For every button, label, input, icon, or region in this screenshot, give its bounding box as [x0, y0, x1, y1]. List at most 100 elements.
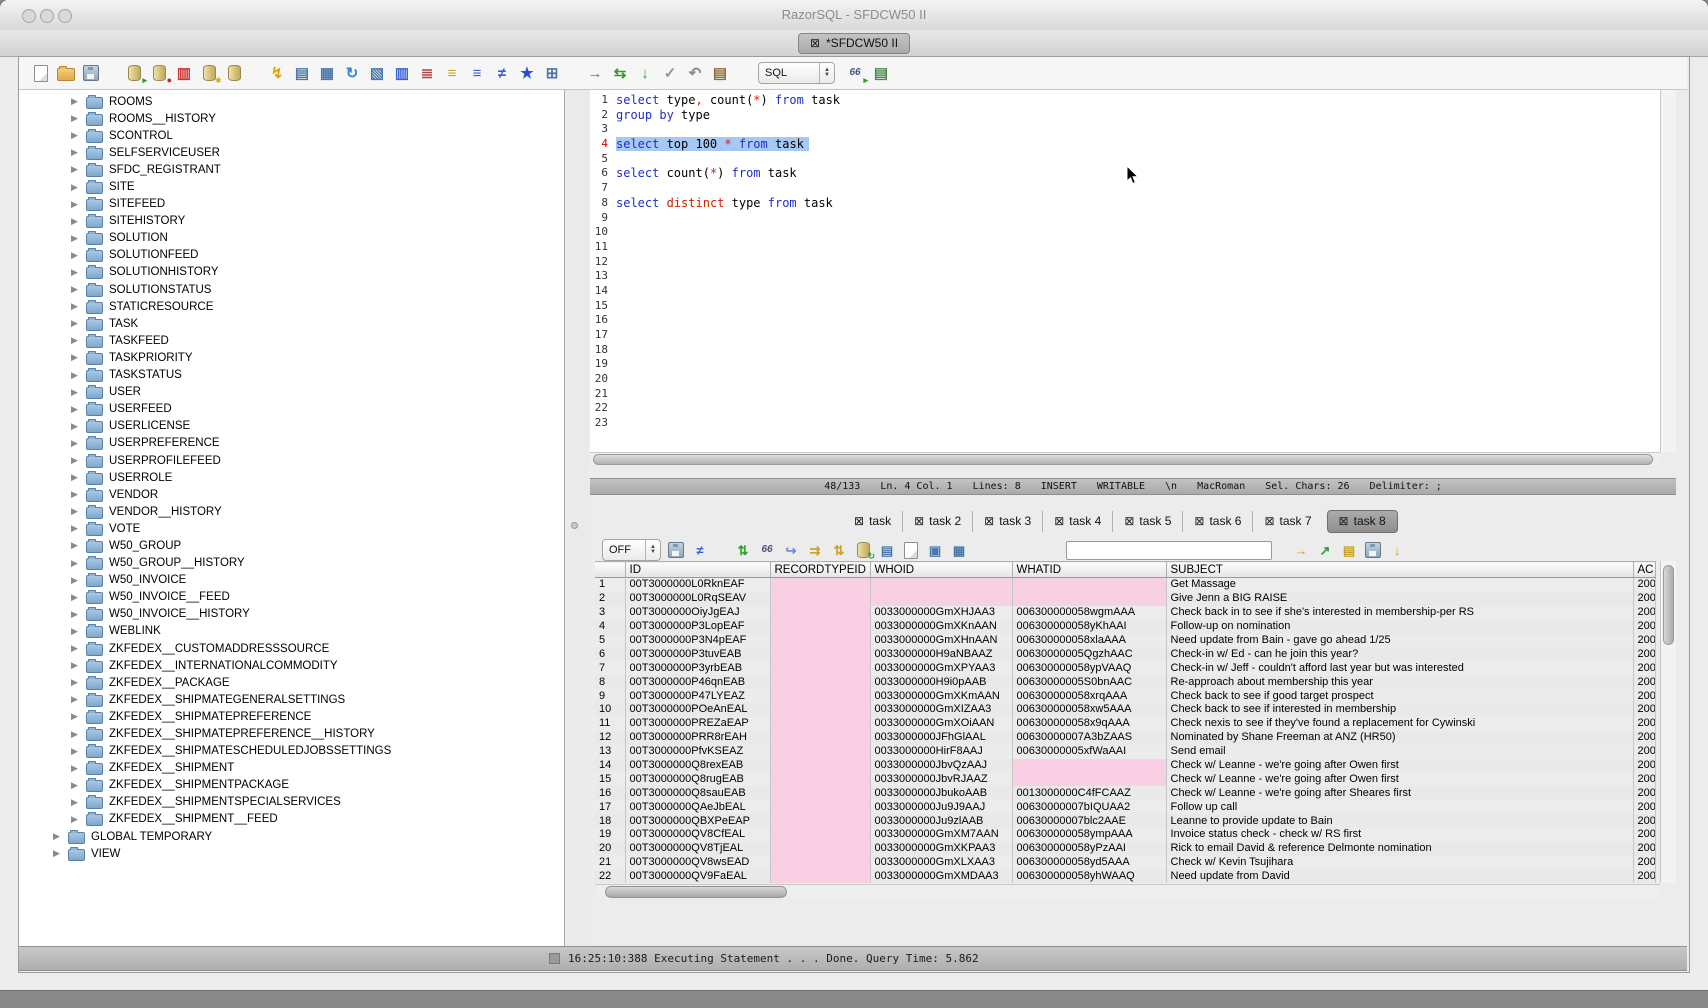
key-icon[interactable] — [1034, 541, 1052, 559]
scrollbar-thumb[interactable] — [605, 886, 787, 898]
result-tab-task[interactable]: ⊠task — [843, 511, 902, 532]
table-cell[interactable]: Follow up call — [1166, 800, 1633, 814]
column-header-recordtypeid[interactable]: RECORDTYPEID — [770, 562, 870, 578]
tree-item-zkfedex-shipmatescheduledjobssettings[interactable]: ▶ZKFEDEX__SHIPMATESCHEDULEDJOBSSETTINGS — [19, 743, 564, 760]
tree-item-w50-group-history[interactable]: ▶W50_GROUP__HISTORY — [19, 555, 564, 572]
table-cell[interactable]: 200 — [1633, 856, 1655, 870]
filter-edit-icon[interactable]: ≠ — [691, 541, 709, 559]
table-cell[interactable]: Check-in w/ Jeff - couldn't afford last … — [1166, 661, 1633, 675]
editor-line[interactable] — [616, 416, 1660, 431]
disclosure-triangle-icon[interactable]: ▶ — [71, 643, 86, 654]
column-header-subject[interactable]: SUBJECT — [1166, 562, 1633, 578]
table-cell[interactable]: Check back to see if good target prospec… — [1166, 689, 1633, 703]
table-cell[interactable]: 200 — [1633, 828, 1655, 842]
tree-item-w50-group[interactable]: ▶W50_GROUP — [19, 537, 564, 554]
disclosure-triangle-icon[interactable]: ▶ — [71, 182, 86, 193]
result-tab-task-7[interactable]: ⊠task 7 — [1252, 511, 1322, 532]
table-row[interactable]: 800T3000000P46qnEAB0033000000H9i0pAAB006… — [595, 675, 1655, 689]
table-cell[interactable]: 00630000005QgzhAAC — [1012, 647, 1166, 661]
table-cell[interactable]: 200 — [1633, 592, 1655, 606]
tree-item-view[interactable]: ▶VIEW — [19, 845, 564, 862]
table-cell[interactable]: 006300000058xw5AAA — [1012, 703, 1166, 717]
result-tab-task-6[interactable]: ⊠task 6 — [1182, 511, 1252, 532]
tree-item-userlicense[interactable]: ▶USERLICENSE — [19, 418, 564, 435]
disclosure-triangle-icon[interactable]: ▶ — [71, 421, 86, 432]
editor-line[interactable] — [616, 284, 1660, 299]
execute-lightning-icon[interactable]: ↯ — [267, 63, 287, 83]
disclosure-triangle-icon[interactable]: ▶ — [71, 352, 86, 363]
table-cell[interactable] — [770, 703, 870, 717]
table-cell[interactable]: 200 — [1633, 703, 1655, 717]
table-row[interactable]: 1800T3000000QBXPeEAP0033000000Ju9zlAAB00… — [595, 814, 1655, 828]
tree-item-userfeed[interactable]: ▶USERFEED — [19, 401, 564, 418]
column-header-ac[interactable]: AC — [1633, 562, 1655, 578]
tree-item-selfserviceuser[interactable]: ▶SELFSERVICEUSER — [19, 144, 564, 161]
close-tab-icon[interactable]: ⊠ — [1194, 515, 1204, 527]
table-cell[interactable]: 200 — [1633, 689, 1655, 703]
table-cell[interactable] — [770, 786, 870, 800]
disclosure-triangle-icon[interactable]: ▶ — [71, 592, 86, 603]
results-vertical-scrollbar[interactable] — [1660, 561, 1676, 883]
fetch-more-icon[interactable]: ↓ — [1388, 541, 1406, 559]
tree-item-site[interactable]: ▶SITE — [19, 178, 564, 195]
table-cell[interactable]: 0033000000H9i0pAAB — [870, 675, 1012, 689]
open-file-icon[interactable] — [56, 63, 76, 83]
table-cell[interactable]: Invoice status check - check w/ RS first — [1166, 828, 1633, 842]
database-icon[interactable] — [224, 63, 244, 83]
disclosure-triangle-icon[interactable]: ▶ — [71, 404, 86, 415]
table-cell[interactable]: 0033000000GmXPYAA3 — [870, 661, 1012, 675]
table-cell[interactable]: 200 — [1633, 814, 1655, 828]
close-tab-icon[interactable]: ⊠ — [1264, 515, 1274, 527]
table-cell[interactable]: 00T3000000P3tuvEAB — [625, 647, 770, 661]
sql-editor[interactable]: 1234567891011121314151617181920212223 se… — [590, 90, 1660, 452]
table-cell[interactable]: Nominated by Shane Freeman at ANZ (HR50) — [1166, 731, 1633, 745]
table-cell[interactable] — [770, 661, 870, 675]
disclosure-triangle-icon[interactable]: ▶ — [71, 489, 86, 500]
tree-item-weblink[interactable]: ▶WEBLINK — [19, 623, 564, 640]
table-cell[interactable] — [1012, 772, 1166, 786]
refresh-results-icon[interactable]: ⇅ — [734, 541, 752, 559]
table-cell[interactable]: 00T3000000QAeJbEAL — [625, 800, 770, 814]
dropdown-stepper-icon[interactable]: ▲▼ — [645, 540, 660, 560]
disconnect-icon[interactable]: ● — [149, 63, 169, 83]
table-cell[interactable] — [1012, 592, 1166, 606]
table-row[interactable]: 900T3000000P47LYEAZ0033000000GmXKmAAN006… — [595, 689, 1655, 703]
table-cell[interactable]: 00630000005S0bnAAC — [1012, 675, 1166, 689]
editor-line[interactable] — [616, 313, 1660, 328]
table-cell[interactable]: 0033000000GmXKnAAN — [870, 620, 1012, 634]
tree-item-zkfedex-shipment-feed[interactable]: ▶ZKFEDEX__SHIPMENT__FEED — [19, 811, 564, 828]
close-document-icon[interactable]: ⊠ — [810, 37, 820, 49]
paste-grid-icon[interactable]: ▦ — [950, 541, 968, 559]
sort-descending-icon[interactable]: ≡ — [442, 63, 462, 83]
disclosure-triangle-icon[interactable]: ▶ — [71, 660, 86, 671]
result-tab-task-4[interactable]: ⊠task 4 — [1042, 511, 1112, 532]
table-row[interactable]: 1200T3000000PRR8rEAH0033000000JFhGlAAL00… — [595, 731, 1655, 745]
tree-item-user[interactable]: ▶USER — [19, 384, 564, 401]
commit-icon[interactable]: ✓ — [660, 63, 680, 83]
tree-item-taskstatus[interactable]: ▶TASKSTATUS — [19, 367, 564, 384]
table-cell[interactable]: 0033000000JFhGlAAL — [870, 731, 1012, 745]
results-search-input[interactable] — [1066, 541, 1272, 560]
disclosure-triangle-icon[interactable]: ▶ — [71, 301, 86, 312]
favorites-icon[interactable]: ★ — [517, 63, 537, 83]
disclosure-triangle-icon[interactable]: ▶ — [71, 575, 86, 586]
editor-line[interactable] — [616, 328, 1660, 343]
connect-icon[interactable]: ▸ — [124, 63, 144, 83]
disclosure-triangle-icon[interactable]: ▶ — [71, 694, 86, 705]
sql-mode-dropdown[interactable]: SQL ▲▼ — [758, 62, 835, 84]
table-cell[interactable] — [770, 634, 870, 648]
save-grid-icon[interactable] — [1364, 541, 1382, 559]
table-cell[interactable]: 00T3000000QV9FaEAL — [625, 870, 770, 883]
table-cell[interactable]: 0033000000GmXKPAA3 — [870, 842, 1012, 856]
tree-item-vendor-history[interactable]: ▶VENDOR__HISTORY — [19, 503, 564, 520]
table-cell[interactable]: 00T3000000PfvKSEAZ — [625, 745, 770, 759]
result-tab-task-2[interactable]: ⊠task 2 — [902, 511, 972, 532]
table-cell[interactable]: Check w/ Leanne - we're going after Owen… — [1166, 772, 1633, 786]
describe-results-icon[interactable]: 66 — [758, 541, 776, 559]
tree-item-solutionfeed[interactable]: ▶SOLUTIONFEED — [19, 247, 564, 264]
table-cell[interactable] — [770, 606, 870, 620]
editor-line[interactable] — [616, 152, 1660, 167]
tree-item-solutionstatus[interactable]: ▶SOLUTIONSTATUS — [19, 281, 564, 298]
go-icon[interactable]: → — [1292, 541, 1310, 559]
tree-item-rooms[interactable]: ▶ROOMS — [19, 93, 564, 110]
